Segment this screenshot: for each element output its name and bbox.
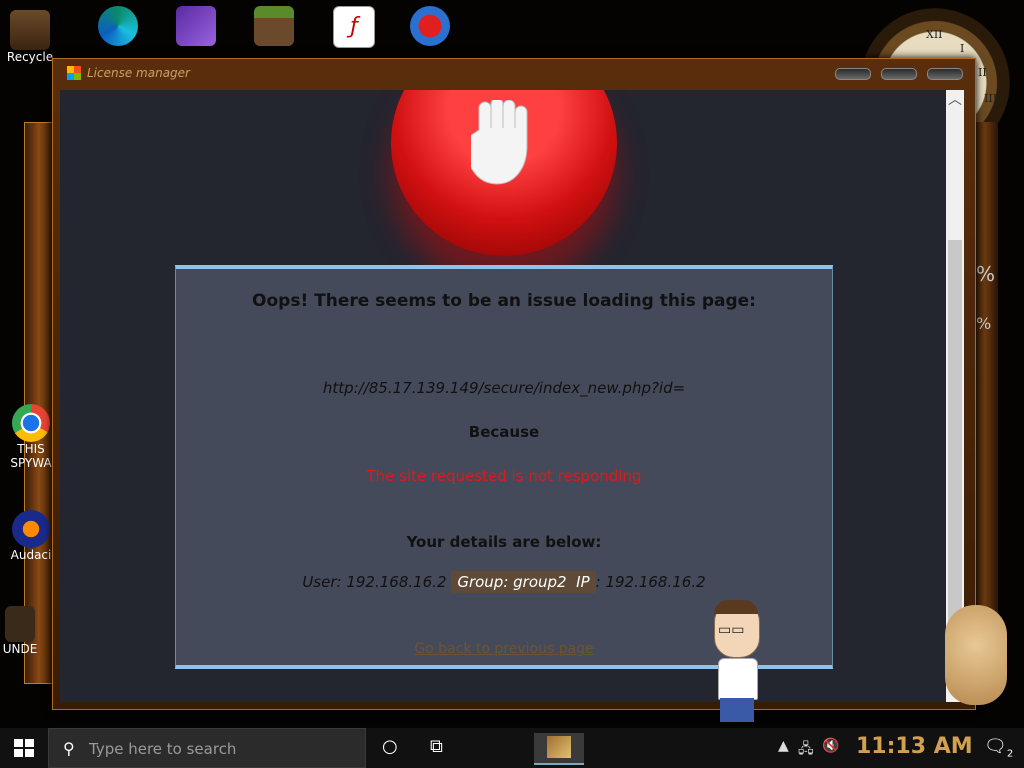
clock-numeral: I	[960, 42, 965, 55]
visual-studio-icon[interactable]	[166, 6, 226, 46]
ip-prefix: IP	[576, 573, 590, 591]
volume-muted-icon[interactable]: 🔇	[822, 738, 839, 754]
recycle-bin-icon[interactable]: Recycle	[0, 10, 60, 64]
start-button[interactable]	[0, 728, 48, 768]
user-value: 192.168.16.2	[346, 573, 447, 591]
desktop-label: UNDE	[2, 642, 38, 656]
app-thumbnail-icon	[547, 736, 571, 758]
error-reason: The site requested is not responding	[366, 467, 642, 485]
audacity-icon[interactable]: Audaci	[4, 510, 58, 562]
cortana-icon[interactable]: ○	[382, 736, 398, 757]
page-content: Oops! There seems to be an issue loading…	[60, 90, 946, 702]
requested-url: http://85.17.139.149/secure/index_new.ph…	[322, 379, 686, 397]
windows-logo-icon	[67, 66, 81, 80]
network-icon[interactable]: 🖧	[798, 738, 814, 762]
clock-numeral: XII	[926, 28, 943, 41]
license-manager-window: License manager Oops! There seems to be …	[52, 58, 976, 710]
gadget-percent: %	[976, 262, 996, 286]
close-button[interactable]	[927, 68, 963, 80]
group-value: group2	[513, 573, 567, 591]
window-title: License manager	[87, 66, 190, 80]
stop-hand-icon	[391, 90, 617, 256]
details-label: Your details are below:	[406, 533, 602, 551]
hamster-overlay	[945, 605, 1007, 705]
gadget-percent: %	[976, 314, 992, 333]
undercover-icon[interactable]: UNDE	[0, 606, 40, 656]
group-badge: Group: group2 IP	[451, 571, 596, 593]
chrome-icon[interactable]: THIS SPYWA	[4, 404, 58, 470]
maximize-button[interactable]	[881, 68, 917, 80]
taskbar-app-button[interactable]	[534, 733, 584, 765]
ip-value: : 192.168.16.2	[595, 573, 706, 591]
error-heading: Oops! There seems to be an issue loading…	[252, 291, 756, 311]
edge-icon[interactable]	[88, 6, 148, 46]
flash-icon[interactable]: ƒ	[324, 6, 384, 48]
powerpoint-icon[interactable]	[400, 6, 460, 46]
desktop-label: THIS	[17, 442, 45, 456]
steampunk-frame-left	[24, 122, 54, 684]
search-placeholder: Type here to search	[89, 740, 237, 758]
taskbar-clock[interactable]: 11:13 AM	[856, 734, 973, 759]
window-titlebar[interactable]: License manager	[53, 59, 975, 87]
windows-logo-icon	[14, 739, 34, 757]
clock-numeral: II	[978, 66, 987, 79]
because-label: Because	[468, 423, 540, 441]
notification-center-icon[interactable]: 🗨2	[984, 736, 1013, 760]
taskbar: ⚲ Type here to search ○ ⧉ ▲ 🖧 🔇 11:13 AM…	[0, 728, 1024, 768]
user-prefix: User:	[302, 573, 347, 591]
desktop-label: Audaci	[10, 548, 52, 562]
desktop-label: SPYWA	[10, 456, 52, 470]
task-view-icon[interactable]: ⧉	[430, 736, 443, 757]
search-icon: ⚲	[63, 739, 75, 758]
recycle-bin-label: Recycle	[6, 50, 54, 64]
scroll-up-arrow-icon[interactable]: ︿	[946, 90, 964, 110]
minecraft-icon[interactable]	[244, 6, 304, 46]
show-hidden-icons-icon[interactable]: ▲	[778, 738, 789, 754]
group-prefix: Group:	[457, 573, 514, 591]
cartoon-character-overlay: ▭▭	[708, 600, 768, 725]
minimize-button[interactable]	[835, 68, 871, 80]
clock-numeral: III	[984, 92, 998, 105]
user-details: User: 192.168.16.2 Group: group2 IP: 192…	[176, 571, 832, 593]
notification-count: 2	[1006, 748, 1014, 760]
taskbar-search-box[interactable]: ⚲ Type here to search	[48, 728, 366, 768]
